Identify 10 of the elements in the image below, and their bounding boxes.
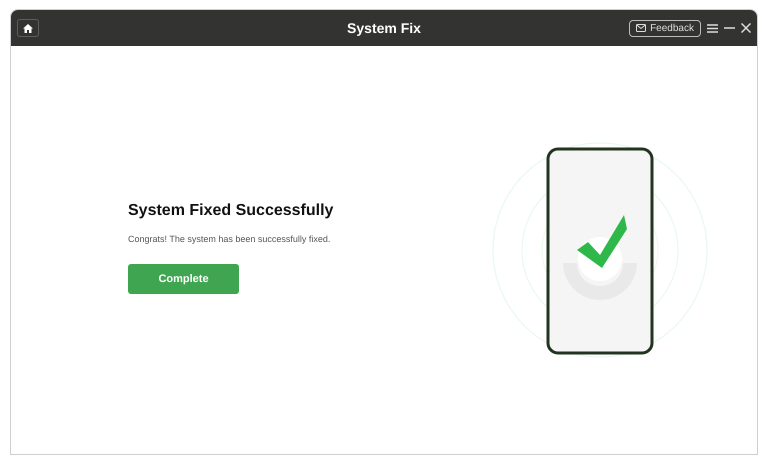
home-button[interactable]: [17, 19, 39, 37]
close-icon[interactable]: [741, 23, 751, 33]
minimize-icon[interactable]: [724, 27, 735, 29]
mail-icon: [636, 24, 646, 32]
result-message: Congrats! The system has been successfully fixed.: [128, 232, 332, 246]
window-title: System Fix: [347, 18, 421, 38]
menu-icon[interactable]: [707, 24, 718, 32]
feedback-button[interactable]: Feedback: [629, 20, 701, 36]
home-icon: [23, 24, 33, 32]
result-heading: System Fixed Successfully: [128, 200, 334, 221]
